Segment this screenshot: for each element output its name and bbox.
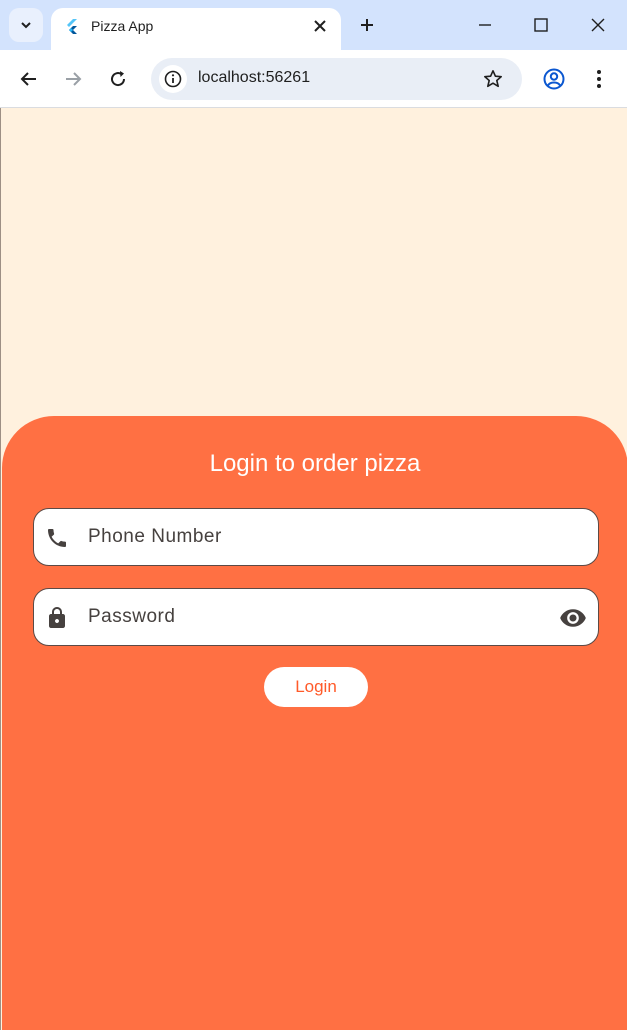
browser-tab[interactable]: Pizza App (51, 8, 341, 50)
reload-icon (111, 71, 126, 87)
lock-icon (44, 605, 70, 631)
reload-button[interactable] (104, 65, 132, 93)
toggle-password-visibility[interactable] (558, 603, 588, 633)
url-text[interactable]: localhost:56261 (198, 69, 310, 87)
tab-search-button[interactable] (9, 8, 43, 42)
plus-icon (361, 19, 373, 31)
browser-menu-button[interactable] (585, 65, 613, 93)
login-button[interactable]: Login (264, 667, 368, 707)
star-icon (484, 70, 502, 88)
info-icon (164, 70, 182, 88)
browser-toolbar: localhost:56261 (0, 50, 627, 108)
minimize-icon (479, 24, 491, 26)
app-viewport: Login to order pizza Login (0, 108, 627, 1030)
phone-field[interactable] (33, 508, 599, 566)
phone-input[interactable] (88, 509, 548, 565)
close-icon (314, 20, 326, 32)
phone-icon (44, 525, 70, 551)
maximize-icon (534, 18, 548, 32)
tab-title: Pizza App (91, 18, 154, 34)
minimize-button[interactable] (470, 10, 500, 40)
maximize-button[interactable] (526, 10, 556, 40)
profile-button[interactable] (540, 65, 568, 93)
login-heading: Login to order pizza (209, 450, 421, 477)
forward-arrow-icon (66, 72, 82, 86)
tab-strip: Pizza App (0, 0, 627, 50)
password-input[interactable] (88, 589, 548, 645)
login-panel: Login to order pizza Login (2, 416, 627, 1030)
new-tab-button[interactable] (355, 13, 379, 37)
more-vert-icon (597, 70, 601, 88)
password-field[interactable] (33, 588, 599, 646)
close-icon (591, 18, 605, 32)
close-window-button[interactable] (583, 10, 613, 40)
flutter-icon (67, 19, 77, 34)
eye-icon (560, 609, 586, 627)
chevron-down-icon (21, 22, 31, 29)
tab-close-button[interactable] (311, 17, 329, 35)
back-button[interactable] (15, 65, 43, 93)
bookmark-button[interactable] (482, 68, 504, 90)
forward-button[interactable] (59, 65, 87, 93)
back-arrow-icon (20, 72, 36, 86)
site-info-button[interactable] (159, 65, 187, 93)
profile-icon (543, 68, 565, 90)
address-bar[interactable]: localhost:56261 (151, 58, 522, 100)
